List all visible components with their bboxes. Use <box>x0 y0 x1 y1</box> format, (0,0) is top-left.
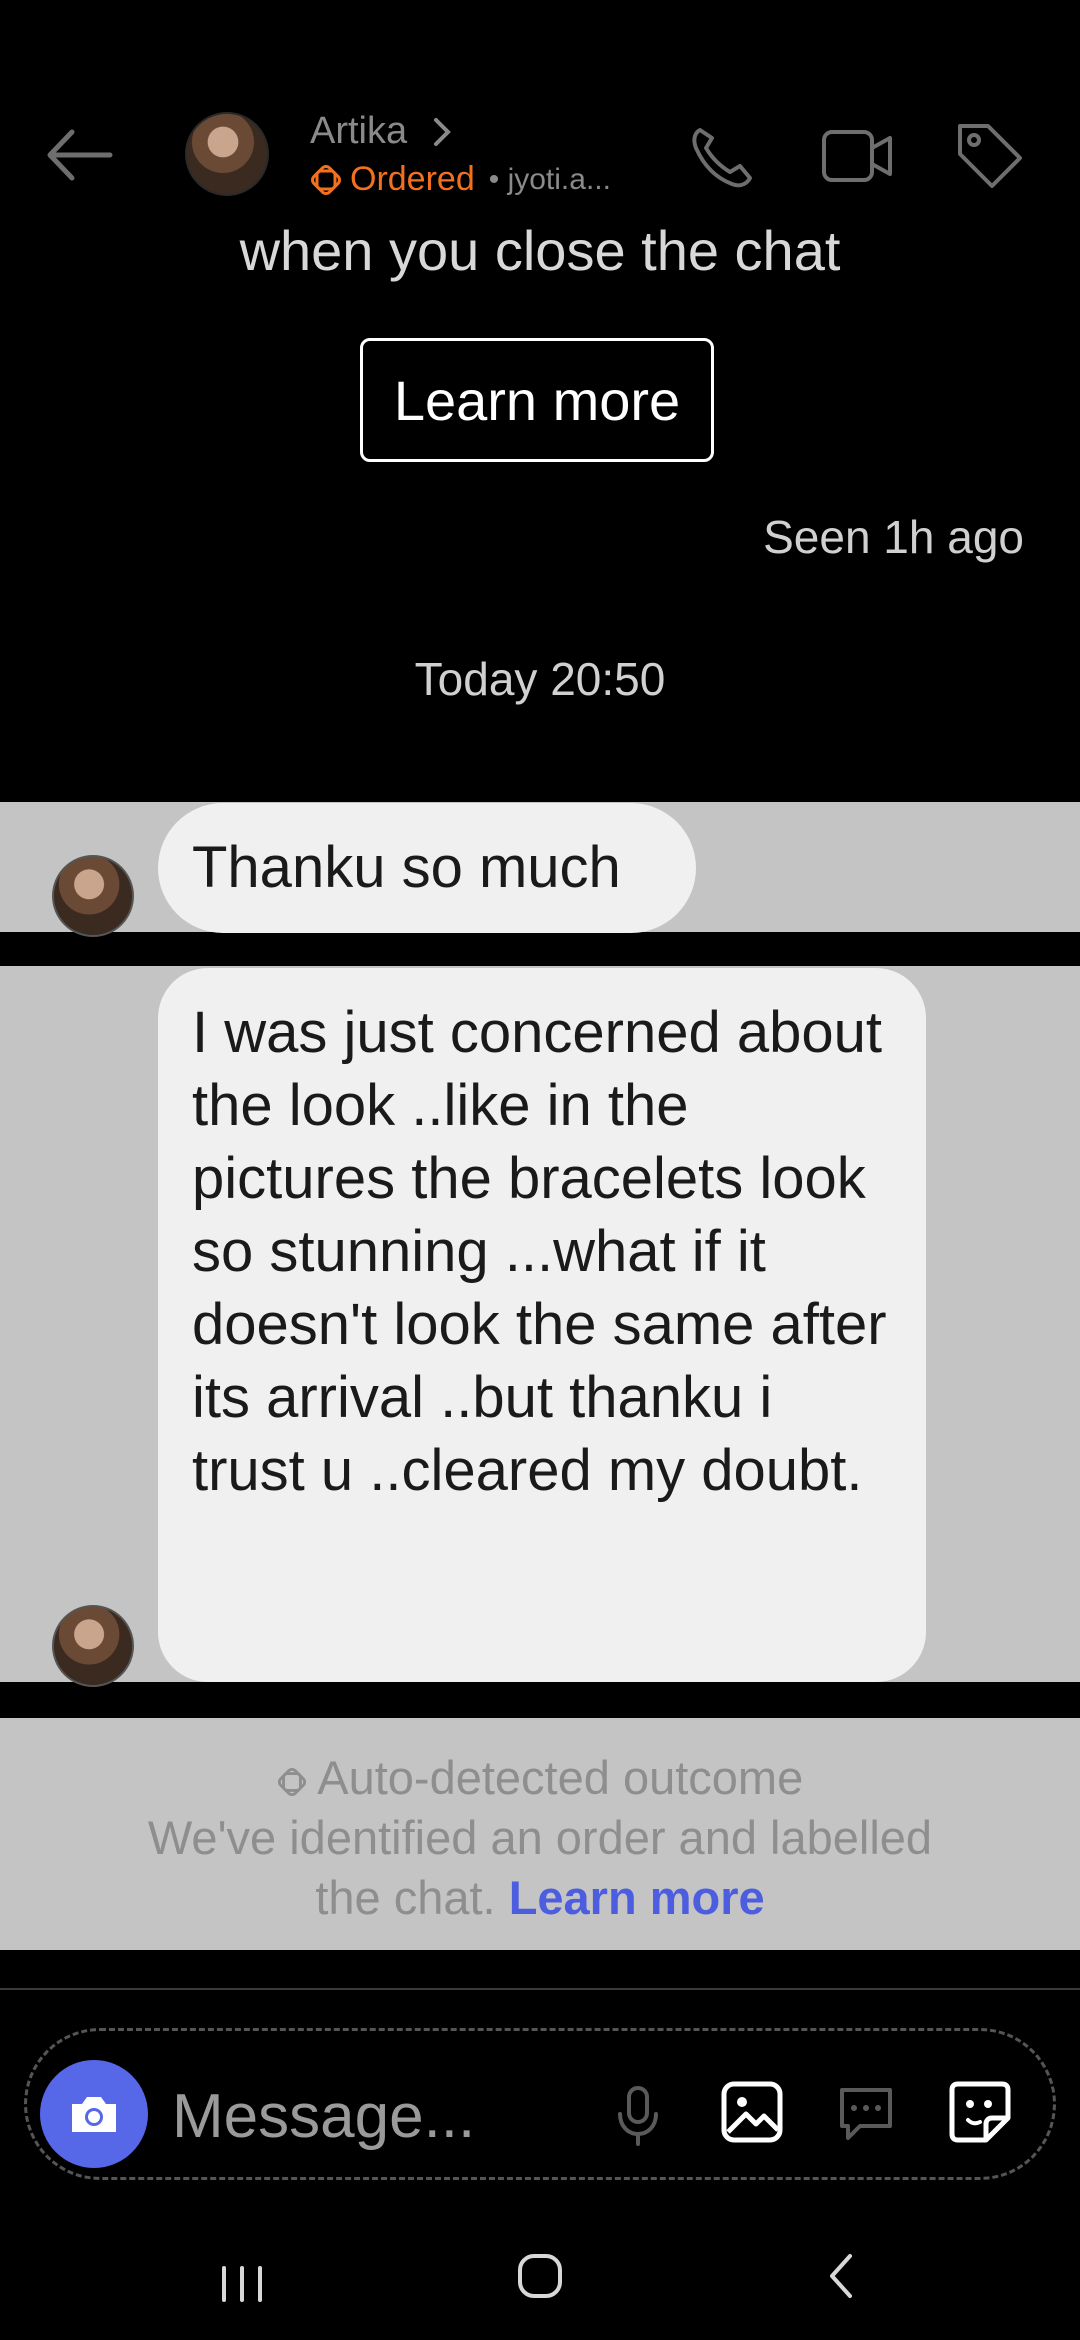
outcome-title: Auto-detected outcome <box>317 1751 804 1804</box>
composer-divider <box>0 1988 1080 1990</box>
message-bubble[interactable]: Thanku so much <box>158 803 696 933</box>
outcome-icon <box>277 1751 317 1804</box>
contact-name[interactable]: Artika <box>310 110 407 153</box>
camera-icon <box>72 2097 116 2132</box>
label-button[interactable] <box>950 116 1030 196</box>
learn-more-button[interactable]: Learn more <box>360 338 714 462</box>
voice-message-button[interactable] <box>602 2080 674 2152</box>
tag-icon <box>958 124 1022 188</box>
microphone-icon <box>618 2086 658 2146</box>
chat-bubble-icon <box>840 2088 892 2140</box>
sticker-button[interactable] <box>944 2076 1016 2148</box>
order-status-row[interactable]: Ordered • jyoti.a... <box>310 160 611 199</box>
recent-apps-icon <box>222 2266 262 2302</box>
back-arrow-icon <box>47 129 113 181</box>
contact-avatar[interactable] <box>185 112 269 196</box>
gallery-icon <box>721 2081 783 2143</box>
recent-apps-button[interactable] <box>210 2252 274 2316</box>
phone-icon <box>692 128 752 188</box>
video-call-button[interactable] <box>818 116 898 196</box>
sender-avatar[interactable] <box>52 855 134 937</box>
message-input[interactable] <box>170 2070 594 2162</box>
chevron-right-icon <box>430 112 454 152</box>
contact-handle: • jyoti.a... <box>488 162 611 196</box>
sender-avatar[interactable] <box>52 1605 134 1687</box>
gallery-button[interactable] <box>716 2076 788 2148</box>
back-button[interactable] <box>40 120 120 190</box>
date-separator: Today 20:50 <box>414 653 666 705</box>
home-button[interactable] <box>508 2244 572 2308</box>
chat-bubble-button[interactable] <box>830 2078 902 2150</box>
outcome-learn-more-link[interactable]: Learn more <box>509 1871 765 1924</box>
home-icon <box>518 2254 562 2298</box>
order-status-label: Ordered <box>350 160 475 198</box>
sticker-icon <box>949 2081 1011 2143</box>
seen-status: Seen 1h ago <box>763 511 1024 563</box>
back-icon <box>830 2254 852 2298</box>
outcome-notice: Auto-detected outcome We've identified a… <box>0 1748 1080 1928</box>
nav-back-button[interactable] <box>810 2244 874 2308</box>
video-call-icon <box>822 130 892 182</box>
message-bubble[interactable]: I was just concerned about the look ..li… <box>158 968 926 1682</box>
call-button[interactable] <box>682 116 762 196</box>
order-outcome-icon <box>310 164 342 196</box>
camera-button[interactable] <box>40 2060 148 2168</box>
notice-text: when you close the chat <box>239 219 841 282</box>
